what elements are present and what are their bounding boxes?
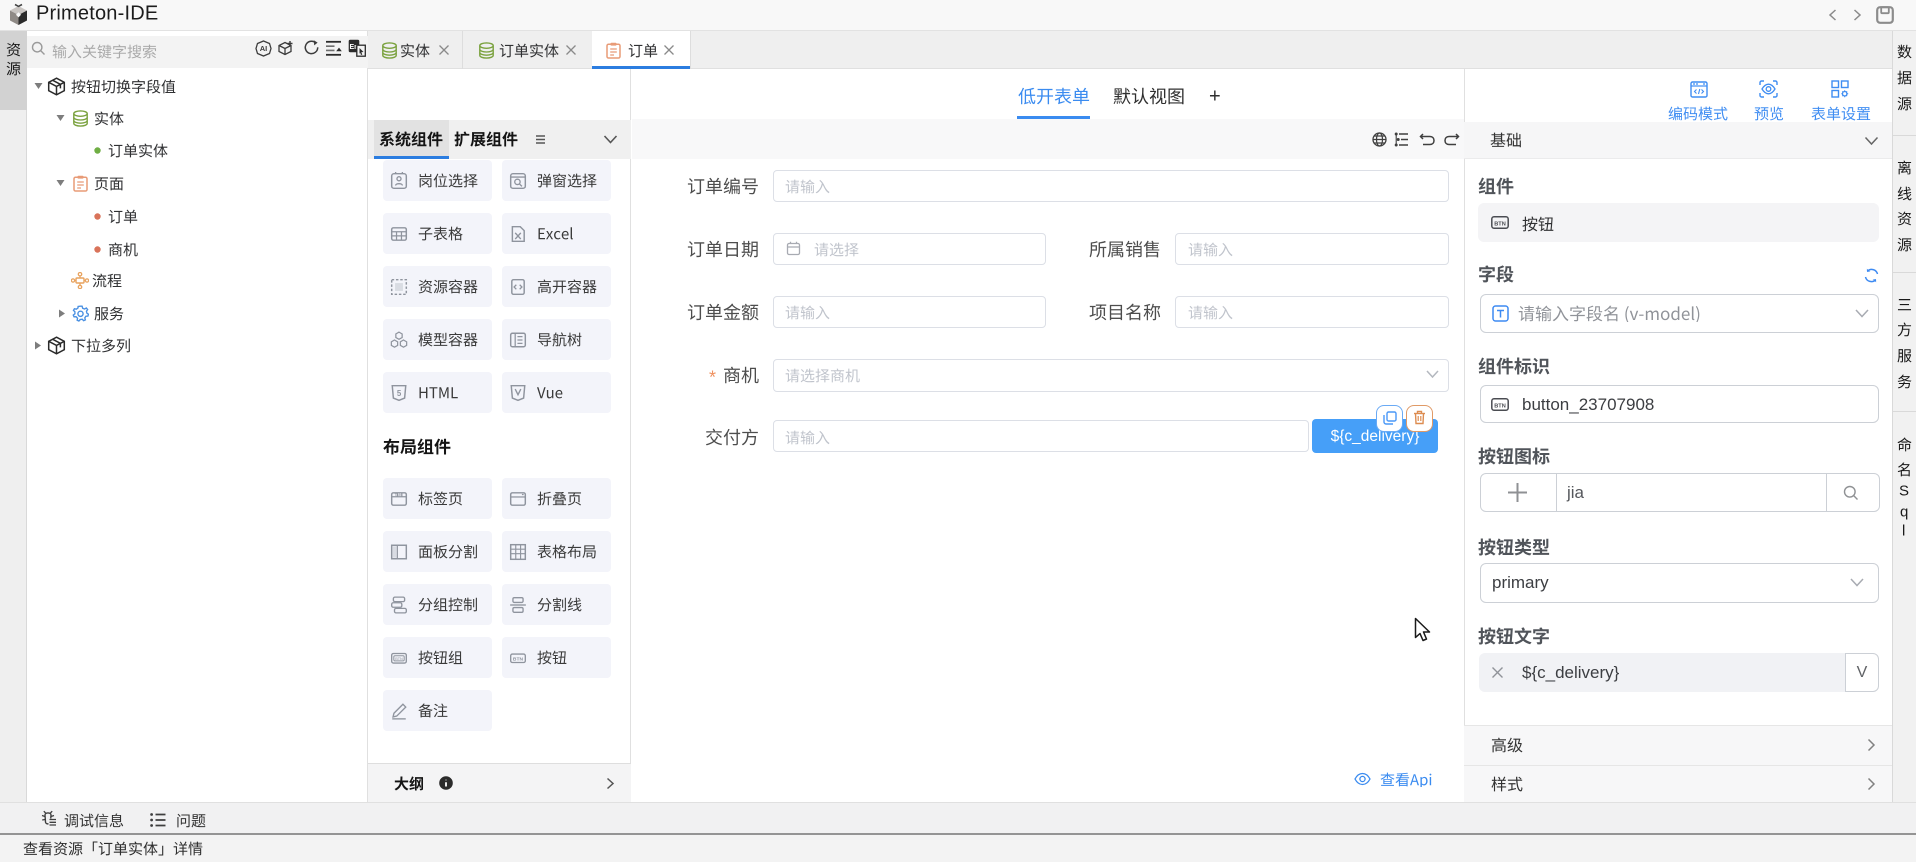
svg-text:BTN: BTN xyxy=(1494,403,1506,409)
svg-text:BTN: BTN xyxy=(395,657,403,661)
svg-text:5: 5 xyxy=(397,388,402,397)
svg-text:BTN: BTN xyxy=(513,656,524,662)
svg-text:AI: AI xyxy=(260,44,268,53)
svg-text:Tab: Tab xyxy=(395,492,402,497)
svg-text:BTN: BTN xyxy=(1494,221,1506,227)
